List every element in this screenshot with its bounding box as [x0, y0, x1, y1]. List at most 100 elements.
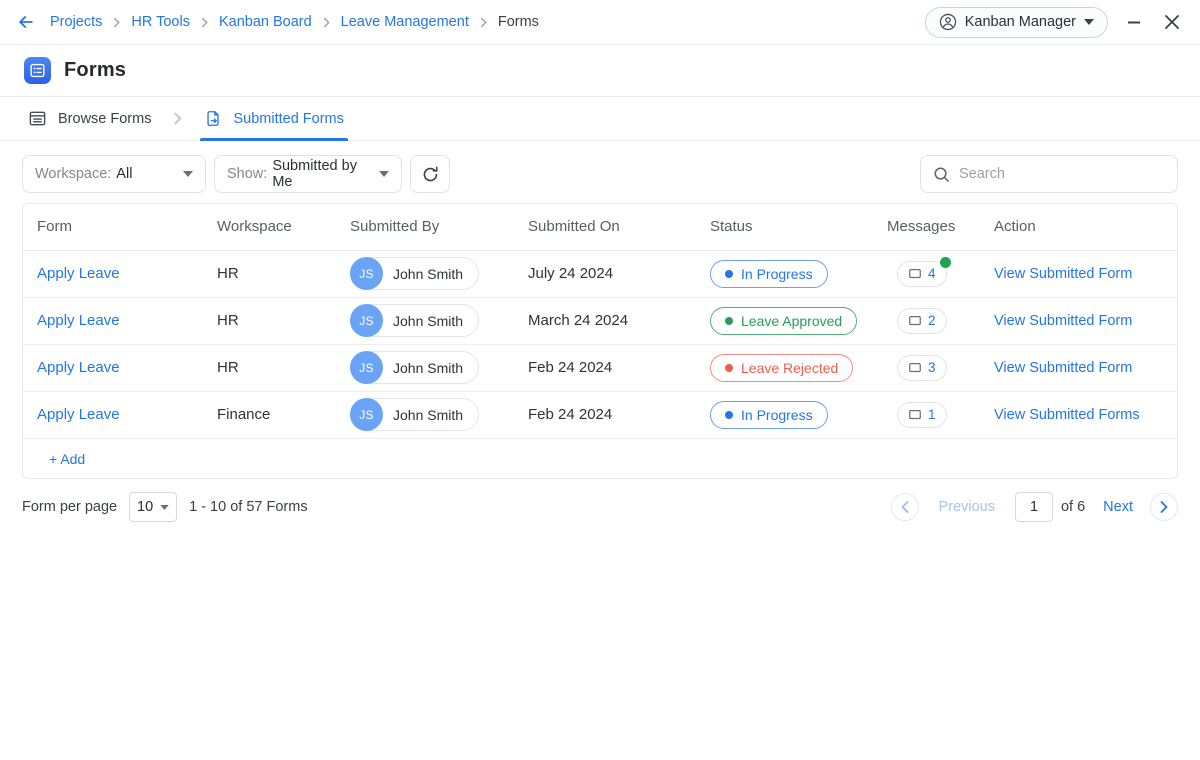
filter-bar: Workspace: All Show: Submitted by Me [0, 141, 1200, 193]
status-dot-icon [725, 364, 733, 372]
unread-dot [940, 257, 951, 268]
breadcrumb-projects[interactable]: Projects [50, 14, 102, 30]
breadcrumb: Projects HR Tools Kanban Board Leave Man… [50, 14, 539, 30]
avatar: JS [350, 304, 383, 337]
messages-button[interactable]: 2 [897, 308, 947, 334]
previous-page-icon[interactable] [891, 493, 919, 521]
submitted-on-value: March 24 2024 [528, 312, 628, 329]
per-page-dropdown[interactable]: 10 [129, 492, 177, 522]
submitted-by-chip: JS John Smith [350, 257, 479, 290]
next-button[interactable]: Next [1103, 499, 1133, 515]
chevron-right-icon [173, 97, 182, 140]
breadcrumb-hr-tools[interactable]: HR Tools [131, 14, 190, 30]
avatar: JS [350, 257, 383, 290]
add-form-row: + Add [23, 438, 1177, 478]
messages-button[interactable]: 3 [897, 355, 947, 381]
chevron-right-icon [323, 17, 330, 28]
messages-count: 1 [928, 407, 936, 422]
form-name-link[interactable]: Apply Leave [37, 406, 120, 423]
page-title: Forms [64, 59, 126, 82]
view-submitted-form-link[interactable]: View Submitted Form [994, 360, 1132, 376]
status-badge: In Progress [710, 260, 828, 288]
status-badge: Leave Approved [710, 307, 857, 335]
chat-icon [908, 267, 922, 281]
chat-icon [908, 314, 922, 328]
messages-count: 2 [928, 313, 936, 328]
submitted-on-value: July 24 2024 [528, 265, 613, 282]
chevron-right-icon [201, 17, 208, 28]
form-name-link[interactable]: Apply Leave [37, 359, 120, 376]
search-icon [933, 166, 950, 183]
refresh-button[interactable] [410, 155, 450, 193]
workspace-value: Finance [217, 406, 270, 423]
user-menu-label: Kanban Manager [965, 14, 1076, 30]
submitted-forms-icon [204, 109, 222, 128]
forms-app-icon [24, 57, 51, 84]
view-submitted-form-link[interactable]: View Submitted Form [994, 313, 1132, 329]
submitted-by-name: John Smith [383, 266, 478, 282]
chat-icon [908, 361, 922, 375]
caret-down-icon [379, 171, 389, 177]
column-header-form: Form [23, 204, 217, 250]
tab-submitted-forms-label: Submitted Forms [233, 111, 343, 127]
tab-browse-forms[interactable]: Browse Forms [24, 97, 155, 140]
column-header-status: Status [710, 204, 887, 250]
close-icon[interactable] [1160, 10, 1184, 34]
column-header-workspace: Workspace [217, 204, 350, 250]
breadcrumb-forms: Forms [498, 14, 539, 30]
tabs-bar: Browse Forms Submitted Forms [0, 97, 1200, 141]
page-number-input[interactable] [1015, 492, 1053, 522]
messages-button[interactable]: 1 [897, 402, 947, 428]
table-row: Apply Leave HR JS John Smith March 24 20… [23, 297, 1177, 344]
view-submitted-form-link[interactable]: View Submitted Forms [994, 407, 1140, 423]
form-name-link[interactable]: Apply Leave [37, 265, 120, 282]
range-text: 1 - 10 of 57 Forms [189, 499, 307, 515]
search-input[interactable] [959, 166, 1165, 182]
add-form-button[interactable]: + Add [49, 451, 85, 467]
user-menu-button[interactable]: Kanban Manager [925, 7, 1108, 38]
submitted-by-chip: JS John Smith [350, 398, 479, 431]
table-row: Apply Leave HR JS John Smith July 24 202… [23, 250, 1177, 297]
tab-browse-forms-label: Browse Forms [58, 111, 151, 127]
tab-submitted-forms[interactable]: Submitted Forms [200, 97, 347, 140]
topbar: Projects HR Tools Kanban Board Leave Man… [0, 0, 1200, 45]
minimize-icon[interactable] [1122, 10, 1146, 34]
status-badge: Leave Rejected [710, 354, 853, 382]
pagination-bar: Form per page 10 1 - 10 of 57 Forms Prev… [22, 492, 1178, 522]
table-row: Apply Leave HR JS John Smith Feb 24 2024… [23, 344, 1177, 391]
status-label: Leave Rejected [741, 360, 838, 376]
chevron-right-icon [113, 17, 120, 28]
person-icon [939, 13, 957, 31]
show-filter-label: Show: [227, 166, 267, 182]
status-label: Leave Approved [741, 313, 842, 329]
submitted-by-chip: JS John Smith [350, 351, 479, 384]
per-page-label: Form per page [22, 499, 117, 515]
table-row: Apply Leave Finance JS John Smith Feb 24… [23, 391, 1177, 438]
form-name-link[interactable]: Apply Leave [37, 312, 120, 329]
submitted-by-chip: JS John Smith [350, 304, 479, 337]
workspace-value: HR [217, 359, 239, 376]
chevron-right-icon [480, 17, 487, 28]
refresh-icon [421, 165, 440, 184]
submitted-by-name: John Smith [383, 313, 478, 329]
breadcrumb-kanban-board[interactable]: Kanban Board [219, 14, 312, 30]
status-dot-icon [725, 317, 733, 325]
messages-count: 4 [928, 266, 936, 281]
workspace-filter-dropdown[interactable]: Workspace: All [22, 155, 206, 193]
caret-down-icon [160, 505, 169, 510]
column-header-messages: Messages [887, 204, 994, 250]
messages-count: 3 [928, 360, 936, 375]
topbar-right: Kanban Manager [925, 7, 1184, 38]
show-filter-dropdown[interactable]: Show: Submitted by Me [214, 155, 402, 193]
messages-button[interactable]: 4 [897, 261, 947, 287]
workspace-filter-label: Workspace: [35, 166, 111, 182]
next-page-icon[interactable] [1150, 493, 1178, 521]
breadcrumb-leave-management[interactable]: Leave Management [341, 14, 469, 30]
view-submitted-form-link[interactable]: View Submitted Form [994, 266, 1132, 282]
back-arrow-icon[interactable] [16, 12, 36, 32]
show-filter-value: Submitted by Me [272, 158, 374, 190]
forms-table: Form Workspace Submitted By Submitted On… [22, 203, 1178, 479]
status-label: In Progress [741, 266, 813, 282]
search-box [920, 155, 1178, 193]
workspace-value: HR [217, 312, 239, 329]
